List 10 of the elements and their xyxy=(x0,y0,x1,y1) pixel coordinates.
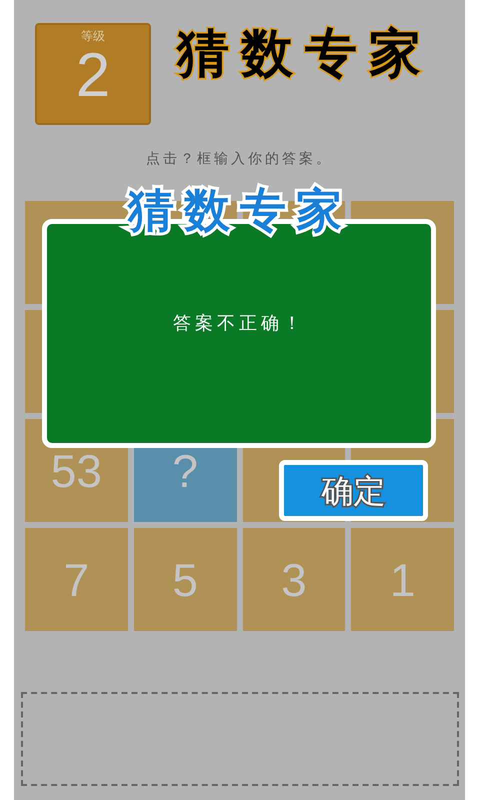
dialog-message: 答案不正确！ xyxy=(173,312,305,336)
game-title: 猜数专家 xyxy=(177,23,433,85)
level-value: 2 xyxy=(76,43,110,109)
number-tile: 3 xyxy=(242,528,346,631)
instruction-text: 点击？框输入你的答案。 xyxy=(146,150,333,169)
confirm-button[interactable]: 确定 xyxy=(279,460,428,521)
level-label: 等级 xyxy=(81,29,105,43)
number-tile: 1 xyxy=(351,528,454,631)
number-tile: 5 xyxy=(134,528,236,631)
number-tile: 7 xyxy=(25,528,128,631)
